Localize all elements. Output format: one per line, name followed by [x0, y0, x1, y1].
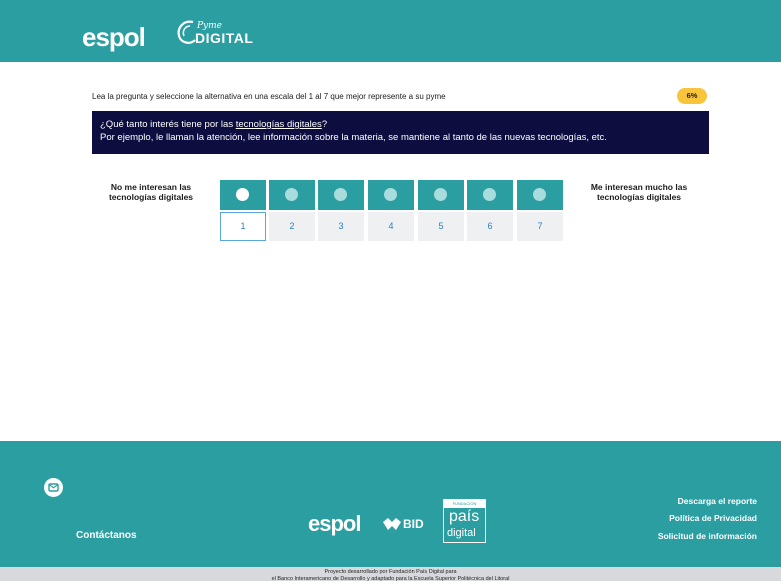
- site-header: espol Pyme DIGITAL: [0, 0, 781, 62]
- pyme-digital-logo[interactable]: Pyme DIGITAL: [175, 18, 255, 48]
- pais-fundacion-text: FUNDACIÓN: [444, 500, 485, 508]
- question-suffix: ?: [322, 119, 327, 130]
- digital-text: digital: [447, 527, 476, 539]
- pais-digital-logo: FUNDACIÓN país digital: [443, 499, 486, 543]
- mail-icon: [44, 478, 63, 497]
- option-number: 6: [467, 212, 513, 241]
- scale-option-7[interactable]: 7: [517, 180, 563, 241]
- footer-espol-logo: espol: [308, 511, 360, 537]
- scale-option-4[interactable]: 4: [368, 180, 414, 241]
- option-number: 2: [269, 212, 315, 241]
- radio-dot-icon: [334, 188, 347, 201]
- scale-option-5[interactable]: 5: [418, 180, 464, 241]
- instruction-text: Lea la pregunta y seleccione la alternat…: [92, 92, 446, 101]
- scale-option-2[interactable]: 2: [269, 180, 315, 241]
- progress-badge: 6%: [677, 88, 707, 104]
- espol-logo[interactable]: espol: [82, 22, 145, 53]
- digital-text: DIGITAL: [195, 30, 253, 46]
- scale-option-1[interactable]: 1: [220, 180, 266, 241]
- download-report-link[interactable]: Descarga el reporte: [678, 496, 757, 506]
- credits-text: Proyecto desarrollado por Fundación País…: [0, 569, 781, 582]
- question-title: ¿Qué tanto interés tiene por las tecnolo…: [100, 118, 701, 131]
- radio-dot-icon: [285, 188, 298, 201]
- radio-dot-icon: [384, 188, 397, 201]
- option-number: 1: [220, 212, 266, 241]
- question-box: ¿Qué tanto interés tiene por las tecnolo…: [92, 111, 709, 154]
- radio-dot-icon: [434, 188, 447, 201]
- question-example: Por ejemplo, le llaman la atención, lee …: [100, 131, 701, 144]
- credits-line-2: el Banco Interamericano de Desarrollo y …: [0, 576, 781, 582]
- radio-dot-icon: [236, 188, 249, 201]
- privacy-policy-link[interactable]: Política de Privacidad: [669, 513, 757, 523]
- footer-bid-logo: BID: [403, 517, 424, 531]
- question-prefix: ¿Qué tanto interés tiene por las: [100, 119, 236, 130]
- contact-link[interactable]: Contáctanos: [76, 530, 137, 541]
- question-term: tecnologías digitales: [236, 119, 322, 130]
- site-footer: Contáctanos espol BID FUNDACIÓN país dig…: [0, 441, 781, 567]
- credits-bar: Proyecto desarrollado por Fundación País…: [0, 567, 781, 581]
- radio-dot-icon: [483, 188, 496, 201]
- scale-option-3[interactable]: 3: [318, 180, 364, 241]
- scale-option-6[interactable]: 6: [467, 180, 513, 241]
- radio-dot-icon: [533, 188, 546, 201]
- scale-right-label: Me interesan mucho las tecnologías digit…: [578, 182, 700, 202]
- mail-button[interactable]: [44, 478, 63, 497]
- scale-left-label: No me interesan las tecnologías digitale…: [100, 182, 202, 202]
- option-number: 4: [368, 212, 414, 241]
- option-number: 5: [418, 212, 464, 241]
- info-request-link[interactable]: Solicitud de información: [658, 531, 757, 541]
- pais-text: país: [449, 508, 479, 526]
- option-number: 3: [318, 212, 364, 241]
- bid-logo-icon: [381, 516, 403, 532]
- option-number: 7: [517, 212, 563, 241]
